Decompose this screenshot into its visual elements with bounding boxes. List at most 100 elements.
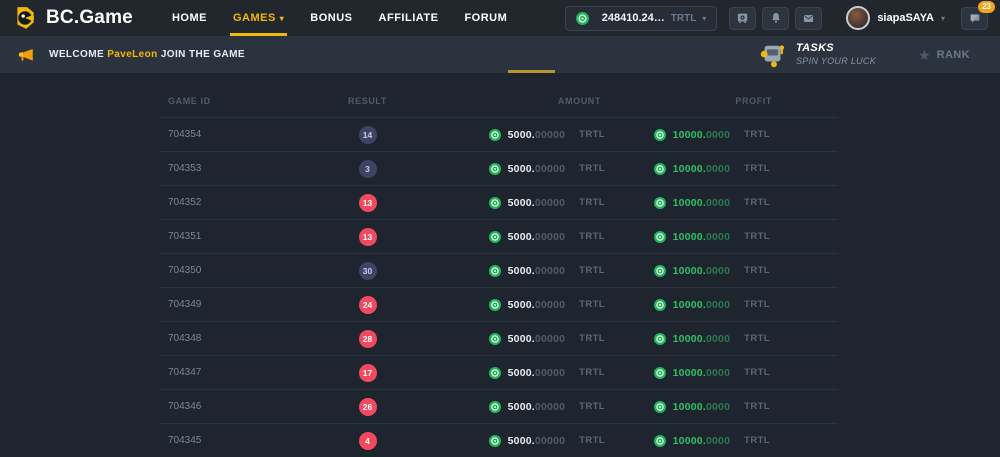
- amount-currency: TRTL: [579, 401, 605, 412]
- result-cell: 17: [320, 364, 415, 382]
- amount-fraction: 00000: [535, 231, 565, 243]
- join-text: JOIN THE GAME: [158, 49, 245, 60]
- balance-currency: TRTL: [671, 13, 697, 24]
- profit-currency: TRTL: [744, 163, 770, 174]
- result-badge: 26: [359, 398, 377, 416]
- profit-main: 10000.: [673, 197, 706, 209]
- nav-bonus-label: BONUS: [310, 12, 352, 24]
- result-badge: 30: [359, 262, 377, 280]
- profit-cell: 10000.0000 TRTL: [615, 435, 838, 447]
- header-amount: AMOUNT: [415, 96, 615, 106]
- coin-icon: [576, 12, 589, 25]
- tasks-widget[interactable]: TASKS SPIN YOUR LUCK: [758, 42, 876, 68]
- brand-name: BC.Game: [46, 7, 133, 29]
- profit-fraction: 0000: [706, 129, 730, 141]
- chevron-down-icon: ▾: [941, 14, 945, 23]
- coin-icon: [489, 163, 501, 175]
- nav-affiliate[interactable]: AFFILIATE: [366, 0, 452, 36]
- profit-main: 10000.: [673, 231, 706, 243]
- profit-main: 10000.: [673, 299, 706, 311]
- rank-widget[interactable]: ★ RANK: [918, 48, 970, 62]
- messages-button[interactable]: [795, 7, 822, 30]
- amount-main: 5000.: [508, 129, 535, 141]
- result-cell: 30: [320, 262, 415, 280]
- tasks-text: TASKS SPIN YOUR LUCK: [796, 42, 876, 67]
- table-row[interactable]: 704346 26 5000.00000 TRTL 10000.0000 TRT…: [160, 389, 838, 423]
- amount-main: 5000.: [508, 265, 535, 277]
- amount-cell: 5000.00000 TRTL: [415, 367, 615, 379]
- main-content: GAME ID RESULT AMOUNT PROFIT 704354 14 5…: [0, 85, 1000, 457]
- profit-currency: TRTL: [744, 265, 770, 276]
- vault-button[interactable]: [729, 7, 756, 30]
- amount-fraction: 00000: [535, 367, 565, 379]
- result-badge: 13: [359, 194, 377, 212]
- nav-games[interactable]: GAMES ▾: [220, 0, 297, 36]
- balance-selector[interactable]: 248410.24… TRTL ▾: [565, 6, 718, 31]
- coin-icon: [489, 197, 501, 209]
- brand[interactable]: BC.Game: [12, 5, 133, 31]
- active-tab-indicator: [508, 70, 555, 73]
- profit-currency: TRTL: [744, 231, 770, 242]
- balance-amount: 248410.24…: [602, 12, 665, 24]
- amount-main: 5000.: [508, 367, 535, 379]
- amount-cell: 5000.00000 TRTL: [415, 299, 615, 311]
- amount-currency: TRTL: [579, 299, 605, 310]
- table-row[interactable]: 704349 24 5000.00000 TRTL 10000.0000 TRT…: [160, 287, 838, 321]
- coin-icon: [489, 231, 501, 243]
- top-navbar: BC.Game HOME GAMES ▾ BONUS AFFILIATE FOR…: [0, 0, 1000, 36]
- welcome-text: WELCOME: [49, 49, 107, 60]
- coin-icon: [654, 367, 666, 379]
- profit-cell: 10000.0000 TRTL: [615, 129, 838, 141]
- table-row[interactable]: 704351 13 5000.00000 TRTL 10000.0000 TRT…: [160, 219, 838, 253]
- profit-currency: TRTL: [744, 367, 770, 378]
- table-body: 704354 14 5000.00000 TRTL 10000.0000 TRT…: [160, 117, 838, 457]
- game-id-cell: 704345: [160, 435, 320, 446]
- tasks-subtitle: SPIN YOUR LUCK: [796, 56, 876, 67]
- coin-icon: [489, 265, 501, 277]
- profit-fraction: 0000: [706, 163, 730, 175]
- coin-icon: [654, 265, 666, 277]
- amount-currency: TRTL: [579, 231, 605, 242]
- coin-icon: [654, 231, 666, 243]
- table-row[interactable]: 704354 14 5000.00000 TRTL 10000.0000 TRT…: [160, 117, 838, 151]
- amount-main: 5000.: [508, 401, 535, 413]
- navbar-right: 248410.24… TRTL ▾: [565, 6, 988, 31]
- table-row[interactable]: 704353 3 5000.00000 TRTL 10000.0000 TRTL: [160, 151, 838, 185]
- user-menu[interactable]: siapaSAYA ▾: [846, 6, 945, 30]
- amount-currency: TRTL: [579, 265, 605, 276]
- profit-currency: TRTL: [744, 197, 770, 208]
- result-badge: 3: [359, 160, 377, 178]
- chat-unread-badge: 23: [978, 1, 995, 13]
- nav-home[interactable]: HOME: [159, 0, 220, 36]
- result-badge: 4: [359, 432, 377, 450]
- chat-button[interactable]: 23: [961, 7, 988, 30]
- notifications-button[interactable]: [762, 7, 789, 30]
- tasks-title: TASKS: [796, 42, 876, 56]
- table-row[interactable]: 704347 17 5000.00000 TRTL 10000.0000 TRT…: [160, 355, 838, 389]
- tasks-slot-icon: [758, 42, 788, 68]
- header-result: RESULT: [320, 96, 415, 106]
- profit-main: 10000.: [673, 401, 706, 413]
- amount-currency: TRTL: [579, 435, 605, 446]
- nav-bonus[interactable]: BONUS: [297, 0, 365, 36]
- player-name[interactable]: PaveLeon: [107, 49, 157, 60]
- rank-label: RANK: [937, 49, 970, 61]
- bcgame-logo-icon: [12, 5, 38, 31]
- nav-forum[interactable]: FORUM: [451, 0, 520, 36]
- profit-fraction: 0000: [706, 401, 730, 413]
- nav-home-label: HOME: [172, 12, 207, 24]
- profit-cell: 10000.0000 TRTL: [615, 231, 838, 243]
- coin-icon: [654, 299, 666, 311]
- profit-cell: 10000.0000 TRTL: [615, 333, 838, 345]
- amount-cell: 5000.00000 TRTL: [415, 401, 615, 413]
- header-game-id: GAME ID: [160, 96, 320, 106]
- amount-main: 5000.: [508, 197, 535, 209]
- table-row[interactable]: 704350 30 5000.00000 TRTL 10000.0000 TRT…: [160, 253, 838, 287]
- table-row[interactable]: 704352 13 5000.00000 TRTL 10000.0000 TRT…: [160, 185, 838, 219]
- profit-cell: 10000.0000 TRTL: [615, 197, 838, 209]
- bell-icon: [769, 11, 783, 25]
- table-row[interactable]: 704345 4 5000.00000 TRTL 10000.0000 TRTL: [160, 423, 838, 457]
- coin-icon: [654, 163, 666, 175]
- table-row[interactable]: 704348 28 5000.00000 TRTL 10000.0000 TRT…: [160, 321, 838, 355]
- result-badge: 14: [359, 126, 377, 144]
